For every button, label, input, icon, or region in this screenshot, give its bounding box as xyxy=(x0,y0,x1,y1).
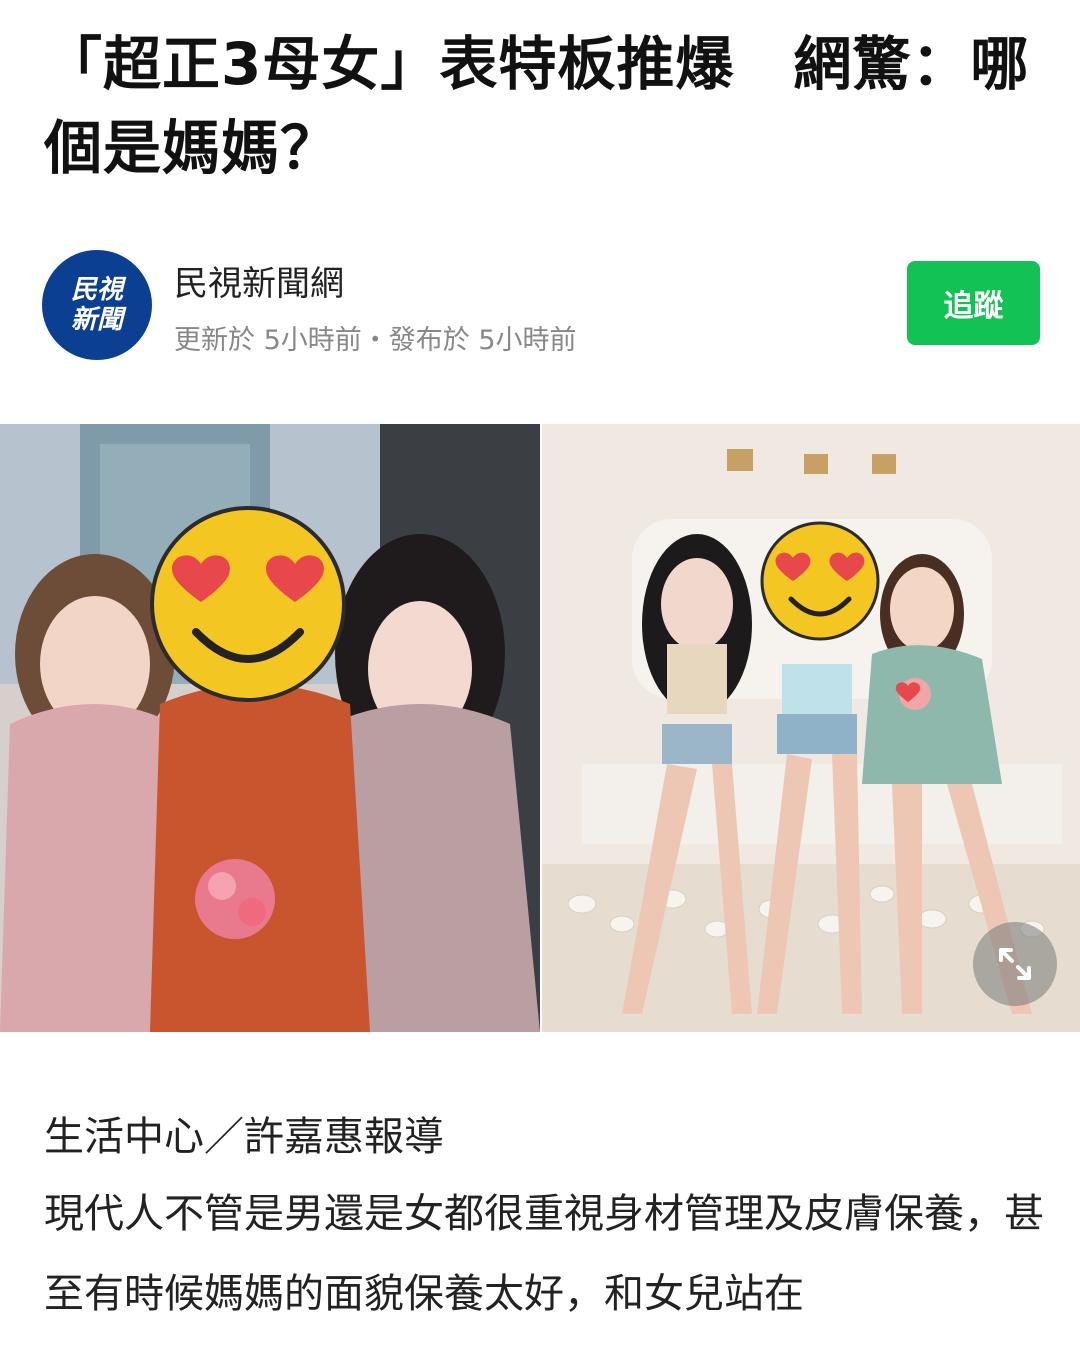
expand-image-button[interactable] xyxy=(973,922,1057,1006)
article-photo[interactable] xyxy=(0,424,1080,1032)
expand-arrows-icon xyxy=(999,948,1031,980)
source-logo[interactable]: 民視 新聞 xyxy=(42,250,152,360)
source-name[interactable]: 民視新聞網 xyxy=(174,256,344,305)
follow-button[interactable]: 追蹤 xyxy=(907,261,1040,345)
logo-text-line2: 新聞 xyxy=(70,305,123,335)
source-header: 民視 新聞 民視新聞網 更新於 5小時前・發布於 5小時前 追蹤 xyxy=(42,250,1040,360)
logo-text-line1: 民視 xyxy=(70,275,123,305)
publish-meta: 更新於 5小時前・發布於 5小時前 xyxy=(174,325,577,356)
article-byline: 生活中心／許嘉惠報導 xyxy=(44,1114,444,1160)
photo-left-scene xyxy=(0,424,540,1032)
article-title: 「超正3母女」表特板推爆 網驚：哪個是媽媽？ xyxy=(44,30,1030,182)
article-body: 現代人不管是男還是女都很重視身材管理及皮膚保養，甚至有時候媽媽的面貌保養太好，和… xyxy=(44,1191,1044,1317)
photo-left-panel xyxy=(0,424,540,1032)
